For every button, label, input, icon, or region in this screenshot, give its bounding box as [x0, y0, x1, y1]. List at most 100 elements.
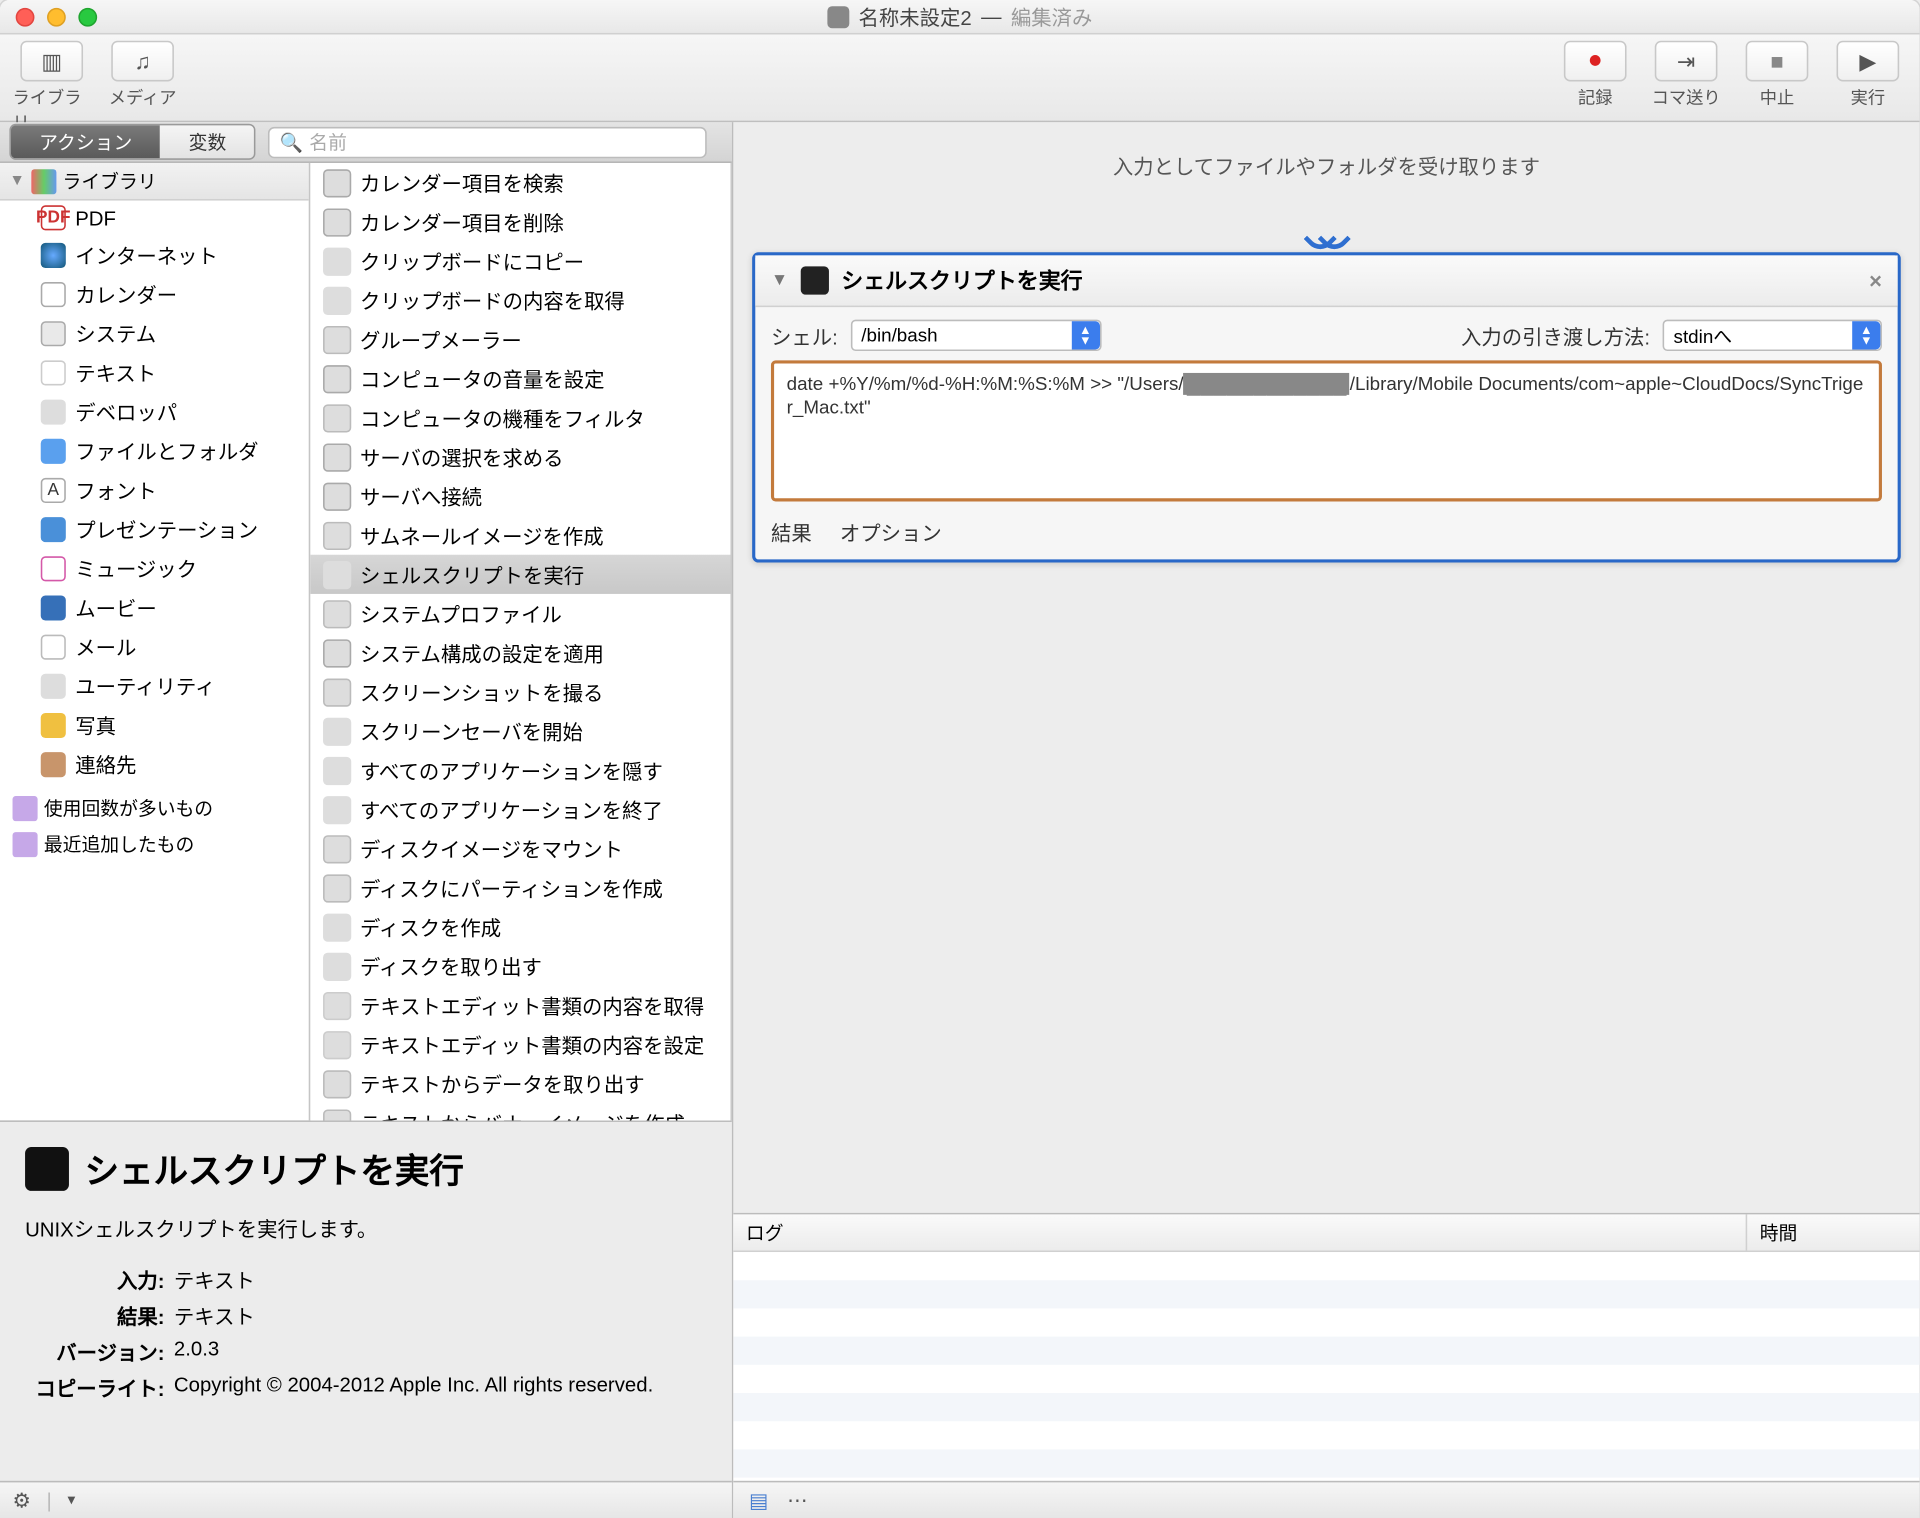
- category-icon: [41, 712, 66, 737]
- action-item[interactable]: コンピュータの音量を設定: [310, 359, 731, 398]
- chevron-down-icon[interactable]: ▾: [67, 1492, 75, 1509]
- sidebar-item-label: プレゼンテーション: [75, 514, 258, 544]
- sidebar-item[interactable]: テキスト: [0, 353, 308, 392]
- sidebar-item[interactable]: 連絡先: [0, 744, 308, 783]
- action-item[interactable]: スクリーンセーバを開始: [310, 711, 731, 750]
- sidebar-item[interactable]: インターネット: [0, 235, 308, 274]
- run-button[interactable]: ▶: [1837, 41, 1900, 82]
- minimize-icon[interactable]: [47, 7, 66, 26]
- sidebar-item[interactable]: ムービー: [0, 588, 308, 627]
- category-icon: [41, 242, 66, 267]
- action-item[interactable]: コンピュータの機種をフィルタ: [310, 398, 731, 437]
- smart-folder-icon: [13, 831, 38, 856]
- shell-select[interactable]: /bin/bash ▲▼: [850, 320, 1101, 351]
- tab-variable[interactable]: 変数: [160, 125, 254, 158]
- sidebar-icon: ▥: [41, 48, 62, 75]
- close-icon[interactable]: [16, 7, 35, 26]
- result-tab[interactable]: 結果: [771, 517, 812, 547]
- sidebar-item-label: PDF: [75, 206, 116, 230]
- action-item[interactable]: すべてのアプリケーションを終了: [310, 790, 731, 829]
- action-item[interactable]: システムプロファイル: [310, 594, 731, 633]
- action-item[interactable]: カレンダー項目を削除: [310, 202, 731, 241]
- step-button[interactable]: ⇥: [1655, 41, 1718, 82]
- sidebar-item[interactable]: デベロッパ: [0, 392, 308, 431]
- action-item[interactable]: グループメーラー: [310, 320, 731, 359]
- zoom-icon[interactable]: [78, 7, 97, 26]
- action-item[interactable]: テキストエディット書類の内容を設定: [310, 1025, 731, 1064]
- action-icon: [322, 286, 350, 314]
- sidebar-item[interactable]: PDFPDF: [0, 201, 308, 235]
- card-header[interactable]: ▼ シェルスクリプトを実行 ×: [755, 255, 1897, 307]
- sidebar-item[interactable]: ファイルとフォルダ: [0, 431, 308, 470]
- library-sidebar[interactable]: ▼ ライブラリ PDFPDFインターネットカレンダーシステムテキストデベロッパフ…: [0, 163, 310, 1120]
- smart-folder[interactable]: 最近追加したもの: [0, 826, 308, 862]
- workflow-canvas[interactable]: 入力としてファイルやフォルダを受け取ります ▼ シェルスクリプトを実行 × シェ…: [733, 122, 1919, 1518]
- input-hint: 入力としてファイルやフォルダを受け取ります: [733, 122, 1919, 227]
- action-item[interactable]: すべてのアプリケーションを隠す: [310, 751, 731, 790]
- action-icon: [322, 991, 350, 1019]
- action-item[interactable]: クリップボードにコピー: [310, 241, 731, 280]
- action-item[interactable]: スクリーンショットを撮る: [310, 672, 731, 711]
- action-icon: [322, 639, 350, 667]
- script-textarea[interactable]: date +%Y/%m/%d-%H:%M:%S:%M >> "/Users/██…: [771, 360, 1882, 501]
- log-icon[interactable]: ▤: [749, 1488, 768, 1513]
- sidebar-item-label: システム: [75, 318, 156, 348]
- category-icon: [41, 595, 66, 620]
- sidebar-item[interactable]: システム: [0, 313, 308, 352]
- action-item[interactable]: シェルスクリプトを実行: [310, 555, 731, 594]
- action-label: カレンダー項目を検索: [360, 168, 564, 198]
- media-button[interactable]: ♫: [111, 41, 174, 82]
- action-item[interactable]: サーバの選択を求める: [310, 437, 731, 476]
- action-icon: [322, 560, 350, 588]
- action-icon: [322, 364, 350, 392]
- options-tab[interactable]: オプション: [840, 517, 942, 547]
- action-item[interactable]: カレンダー項目を検索: [310, 163, 731, 202]
- action-item[interactable]: サムネールイメージを作成: [310, 516, 731, 555]
- duration-icon[interactable]: ⋯: [787, 1488, 807, 1513]
- action-item[interactable]: ディスクにパーティションを作成: [310, 868, 731, 907]
- action-item[interactable]: ディスクイメージをマウント: [310, 829, 731, 868]
- pass-select[interactable]: stdinへ ▲▼: [1663, 320, 1882, 351]
- sidebar-item[interactable]: Aフォント: [0, 470, 308, 509]
- action-card-shell[interactable]: ▼ シェルスクリプトを実行 × シェル: /bin/bash ▲▼ 入力の引き渡…: [752, 252, 1901, 562]
- sidebar-item-label: 写真: [75, 710, 116, 740]
- sidebar-item[interactable]: メール: [0, 627, 308, 666]
- action-item[interactable]: テキストエディット書類の内容を取得: [310, 986, 731, 1025]
- action-item[interactable]: テキストからデータを取り出す: [310, 1064, 731, 1103]
- info-title: シェルスクリプトを実行: [25, 1144, 707, 1194]
- stop-button[interactable]: ■: [1746, 41, 1809, 82]
- action-item[interactable]: システム構成の設定を適用: [310, 633, 731, 672]
- disclosure-icon[interactable]: ▼: [771, 271, 788, 290]
- action-icon: [322, 443, 350, 471]
- action-item[interactable]: ディスクを取り出す: [310, 946, 731, 985]
- gear-icon[interactable]: ⚙︎: [13, 1488, 31, 1513]
- action-item[interactable]: サーバへ接続: [310, 476, 731, 515]
- smart-folder[interactable]: 使用回数が多いもの: [0, 790, 308, 826]
- sidebar-item-label: ファイルとフォルダ: [75, 436, 258, 466]
- action-item[interactable]: クリップボードの内容を取得: [310, 280, 731, 319]
- log-column-time[interactable]: 時間: [1747, 1214, 1919, 1250]
- title-edited: 編集済み: [1011, 2, 1093, 32]
- sidebar-item[interactable]: 写真: [0, 705, 308, 744]
- search-input[interactable]: 🔍 名前: [269, 126, 708, 157]
- sidebar-item[interactable]: プレゼンテーション: [0, 509, 308, 548]
- library-header[interactable]: ▼ ライブラリ: [0, 163, 308, 201]
- action-label: スクリーンショットを撮る: [360, 677, 603, 707]
- canvas-footer: ▤ ⋯: [733, 1481, 1919, 1518]
- sidebar-item[interactable]: ユーティリティ: [0, 666, 308, 705]
- redacted: ████████████: [1184, 373, 1350, 395]
- sidebar-item[interactable]: カレンダー: [0, 274, 308, 313]
- action-item[interactable]: ディスクを作成: [310, 907, 731, 946]
- log-column-log[interactable]: ログ: [733, 1214, 1747, 1250]
- info-desc: UNIXシェルスクリプトを実行します。: [25, 1213, 707, 1243]
- actions-list[interactable]: カレンダー項目を検索カレンダー項目を削除クリップボードにコピークリップボードの内…: [310, 163, 732, 1120]
- tab-action[interactable]: アクション: [11, 125, 161, 158]
- library-button[interactable]: ▥: [20, 41, 83, 82]
- category-icon: [41, 399, 66, 424]
- action-item[interactable]: テキストからバナーイメージを作成: [310, 1103, 731, 1120]
- view-segmented[interactable]: アクション 変数: [9, 124, 256, 160]
- category-icon: [41, 281, 66, 306]
- record-button[interactable]: ●: [1564, 41, 1627, 82]
- close-icon[interactable]: ×: [1869, 268, 1882, 293]
- sidebar-item[interactable]: ミュージック: [0, 548, 308, 587]
